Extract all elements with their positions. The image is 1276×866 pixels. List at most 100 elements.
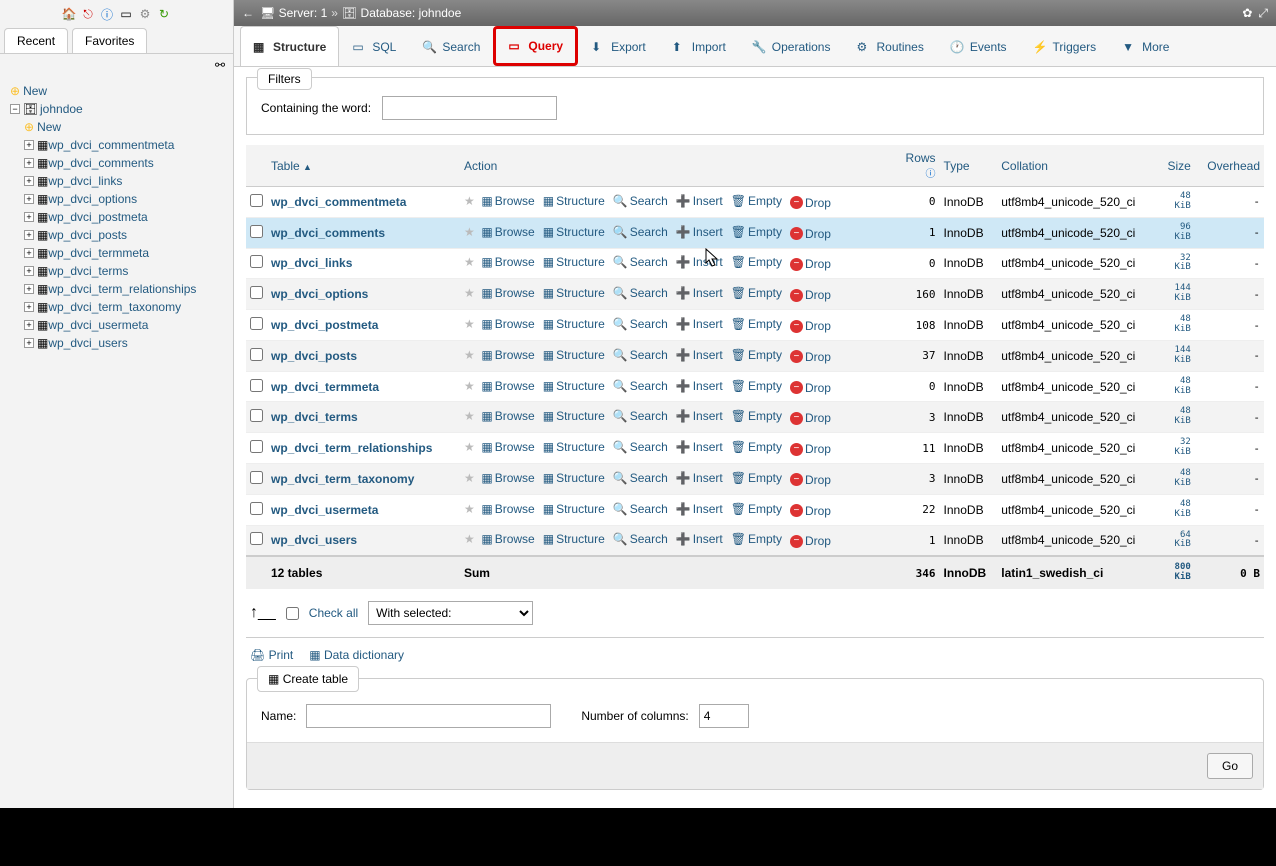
- drop-link[interactable]: − Drop: [790, 411, 831, 425]
- insert-link[interactable]: ➕ Insert: [676, 286, 723, 300]
- empty-link[interactable]: 🗑 Empty: [731, 194, 782, 208]
- empty-link[interactable]: 🗑 Empty: [731, 409, 782, 423]
- structure-link[interactable]: ▦ Structure: [543, 532, 605, 546]
- row-checkbox[interactable]: [250, 348, 263, 361]
- row-checkbox[interactable]: [250, 225, 263, 238]
- tree-table-item[interactable]: +▦ wp_dvci_termmeta: [10, 244, 227, 262]
- table-name-link[interactable]: wp_dvci_term_taxonomy: [271, 472, 414, 486]
- tree-table-item[interactable]: +▦ wp_dvci_options: [10, 190, 227, 208]
- empty-link[interactable]: 🗑 Empty: [731, 379, 782, 393]
- print-link[interactable]: 🖨 Print: [250, 648, 293, 662]
- insert-link[interactable]: ➕ Insert: [676, 409, 723, 423]
- collapse-icon[interactable]: −: [10, 104, 20, 114]
- favorite-icon[interactable]: ★: [464, 255, 475, 269]
- table-name-link[interactable]: wp_dvci_postmeta: [271, 318, 378, 332]
- table-name-link[interactable]: wp_dvci_commentmeta: [271, 195, 406, 209]
- create-cols-input[interactable]: [699, 704, 749, 728]
- row-checkbox[interactable]: [250, 471, 263, 484]
- row-checkbox[interactable]: [250, 502, 263, 515]
- go-button[interactable]: Go: [1207, 753, 1253, 779]
- tree-table-item[interactable]: +▦ wp_dvci_posts: [10, 226, 227, 244]
- tab-structure[interactable]: ▦Structure: [240, 26, 339, 66]
- structure-link[interactable]: ▦ Structure: [543, 194, 605, 208]
- drop-link[interactable]: − Drop: [790, 381, 831, 395]
- browse-link[interactable]: ▦ Browse: [481, 255, 534, 269]
- row-checkbox[interactable]: [250, 532, 263, 545]
- expand-icon[interactable]: +: [24, 302, 34, 312]
- expand-icon[interactable]: +: [24, 176, 34, 186]
- structure-link[interactable]: ▦ Structure: [543, 286, 605, 300]
- page-settings-icon[interactable]: ✿: [1242, 6, 1252, 20]
- row-checkbox[interactable]: [250, 379, 263, 392]
- favorite-icon[interactable]: ★: [464, 532, 475, 546]
- structure-link[interactable]: ▦ Structure: [543, 255, 605, 269]
- tab-export[interactable]: ⬇Export: [578, 26, 659, 66]
- table-name-link[interactable]: wp_dvci_options: [271, 287, 368, 301]
- table-name-link[interactable]: wp_dvci_comments: [271, 226, 385, 240]
- insert-link[interactable]: ➕ Insert: [676, 255, 723, 269]
- expand-icon[interactable]: +: [24, 266, 34, 276]
- favorite-icon[interactable]: ★: [464, 379, 475, 393]
- expand-icon[interactable]: +: [24, 140, 34, 150]
- tree-table-item[interactable]: +▦ wp_dvci_links: [10, 172, 227, 190]
- tab-recent[interactable]: Recent: [4, 28, 68, 53]
- browse-link[interactable]: ▦ Browse: [481, 317, 534, 331]
- search-link[interactable]: 🔍 Search: [613, 532, 668, 546]
- col-overhead[interactable]: Overhead: [1195, 145, 1264, 187]
- row-checkbox[interactable]: [250, 317, 263, 330]
- expand-icon[interactable]: +: [24, 248, 34, 258]
- empty-link[interactable]: 🗑 Empty: [731, 502, 782, 516]
- favorite-icon[interactable]: ★: [464, 317, 475, 331]
- sql-icon[interactable]: ▭: [118, 6, 134, 22]
- browse-link[interactable]: ▦ Browse: [481, 379, 534, 393]
- tree-table-item[interactable]: +▦ wp_dvci_users: [10, 334, 227, 352]
- drop-link[interactable]: − Drop: [790, 257, 831, 271]
- filter-input[interactable]: [382, 96, 557, 120]
- search-link[interactable]: 🔍 Search: [613, 471, 668, 485]
- favorite-icon[interactable]: ★: [464, 194, 475, 208]
- breadcrumb-server[interactable]: Server: 1: [279, 6, 328, 20]
- insert-link[interactable]: ➕ Insert: [676, 440, 723, 454]
- empty-link[interactable]: 🗑 Empty: [731, 348, 782, 362]
- check-all-checkbox[interactable]: [286, 607, 299, 620]
- browse-link[interactable]: ▦ Browse: [481, 194, 534, 208]
- tab-triggers[interactable]: ⚡Triggers: [1020, 26, 1110, 66]
- browse-link[interactable]: ▦ Browse: [481, 440, 534, 454]
- tree-table-item[interactable]: +▦ wp_dvci_term_relationships: [10, 280, 227, 298]
- expand-icon[interactable]: +: [24, 284, 34, 294]
- search-link[interactable]: 🔍 Search: [613, 194, 668, 208]
- row-checkbox[interactable]: [250, 440, 263, 453]
- tree-db[interactable]: −🗄johndoe: [10, 100, 227, 118]
- sidebar-link-icon[interactable]: ⚯: [0, 54, 233, 76]
- drop-link[interactable]: − Drop: [790, 504, 831, 518]
- drop-link[interactable]: − Drop: [790, 196, 831, 210]
- col-table[interactable]: Table ▲: [267, 145, 460, 187]
- tab-query[interactable]: ▭Query: [493, 26, 578, 66]
- tab-import[interactable]: ⬆Import: [659, 26, 739, 66]
- insert-link[interactable]: ➕ Insert: [676, 317, 723, 331]
- tab-events[interactable]: 🕐Events: [937, 26, 1020, 66]
- empty-link[interactable]: 🗑 Empty: [731, 317, 782, 331]
- search-link[interactable]: 🔍 Search: [613, 502, 668, 516]
- search-link[interactable]: 🔍 Search: [613, 409, 668, 423]
- browse-link[interactable]: ▦ Browse: [481, 348, 534, 362]
- browse-link[interactable]: ▦ Browse: [481, 471, 534, 485]
- structure-link[interactable]: ▦ Structure: [543, 379, 605, 393]
- empty-link[interactable]: 🗑 Empty: [731, 225, 782, 239]
- favorite-icon[interactable]: ★: [464, 225, 475, 239]
- drop-link[interactable]: − Drop: [790, 534, 831, 548]
- tree-table-item[interactable]: +▦ wp_dvci_term_taxonomy: [10, 298, 227, 316]
- logout-icon[interactable]: ⎋: [80, 6, 96, 22]
- table-name-link[interactable]: wp_dvci_usermeta: [271, 503, 378, 517]
- drop-link[interactable]: − Drop: [790, 319, 831, 333]
- with-selected-dropdown[interactable]: With selected:: [368, 601, 533, 625]
- tree-table-item[interactable]: +▦ wp_dvci_terms: [10, 262, 227, 280]
- drop-link[interactable]: − Drop: [790, 227, 831, 241]
- table-name-link[interactable]: wp_dvci_links: [271, 256, 352, 270]
- tree-table-item[interactable]: +▦ wp_dvci_comments: [10, 154, 227, 172]
- structure-link[interactable]: ▦ Structure: [543, 471, 605, 485]
- table-name-link[interactable]: wp_dvci_term_relationships: [271, 441, 432, 455]
- col-type[interactable]: Type: [940, 145, 998, 187]
- empty-link[interactable]: 🗑 Empty: [731, 440, 782, 454]
- empty-link[interactable]: 🗑 Empty: [731, 255, 782, 269]
